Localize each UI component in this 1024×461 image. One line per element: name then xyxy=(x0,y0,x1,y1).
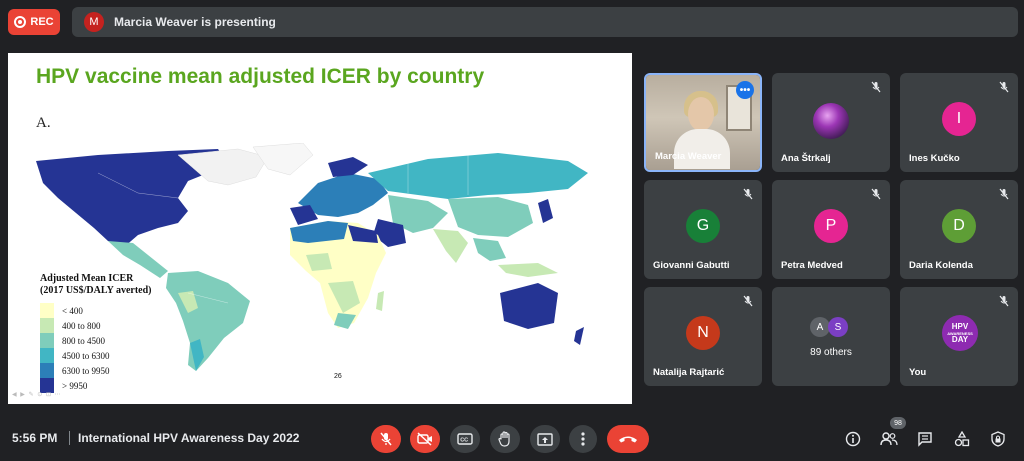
avatar: I xyxy=(942,102,976,136)
mic-toggle-button[interactable] xyxy=(371,425,401,453)
present-button[interactable] xyxy=(530,425,560,453)
legend-swatch xyxy=(40,348,54,363)
svg-text:CC: CC xyxy=(460,438,468,444)
avatar: S xyxy=(828,317,848,337)
avatar xyxy=(813,103,849,139)
chat-icon xyxy=(918,432,932,447)
mic-off-icon xyxy=(999,188,1009,200)
legend-item: 6300 to 9950 xyxy=(40,363,151,378)
leave-call-icon xyxy=(619,436,637,443)
avatar: A xyxy=(810,317,830,337)
slide-title: HPV vaccine mean adjusted ICER by countr… xyxy=(36,65,485,88)
mic-off-icon xyxy=(380,432,392,446)
avatar: G xyxy=(686,209,720,243)
legend-item: < 400 xyxy=(40,303,151,318)
clock: 5:56 PM xyxy=(12,431,58,445)
legend-swatch xyxy=(40,303,54,318)
mic-off-icon xyxy=(999,81,1009,93)
meeting-details-button[interactable] xyxy=(842,428,864,450)
divider xyxy=(69,431,70,445)
camera-toggle-button[interactable] xyxy=(410,425,440,453)
participant-tile-others[interactable]: A S 89 others xyxy=(772,287,890,386)
people-icon xyxy=(880,432,898,446)
more-options-button[interactable] xyxy=(569,425,597,453)
participant-tile-giovanni-gabutti[interactable]: G Giovanni Gabutti xyxy=(644,180,762,279)
legend-item: 400 to 800 xyxy=(40,318,151,333)
legend-item: 800 to 4500 xyxy=(40,333,151,348)
participant-name: Natalija Rajtarić xyxy=(653,367,725,378)
participant-tile-petra-medved[interactable]: P Petra Medved xyxy=(772,180,890,279)
meeting-title: International HPV Awareness Day 2022 xyxy=(78,431,300,445)
mic-off-icon xyxy=(871,188,881,200)
participant-tile-natalija-rajtaric[interactable]: N Natalija Rajtarić xyxy=(644,287,762,386)
avatar: N xyxy=(686,316,720,350)
legend-label: 6300 to 9950 xyxy=(62,365,110,376)
slide-nav-controls[interactable]: ◀ ▶ ✎ ⊙ ⊡ ⋯ xyxy=(12,391,62,398)
map-legend: Adjusted Mean ICER (2017 US$/DALY averte… xyxy=(40,273,151,393)
people-button[interactable] xyxy=(878,428,900,450)
raise-hand-button[interactable] xyxy=(490,425,520,453)
others-count-label: 89 others xyxy=(810,347,852,358)
avatar: D xyxy=(942,209,976,243)
presenting-banner: M Marcia Weaver is presenting xyxy=(72,7,1018,37)
presenting-text: Marcia Weaver is presenting xyxy=(114,15,276,29)
record-icon xyxy=(14,16,27,28)
host-controls-button[interactable] xyxy=(987,428,1009,450)
legend-label: 400 to 800 xyxy=(62,320,101,331)
legend-label: 4500 to 6300 xyxy=(62,350,110,361)
others-avatars: A S xyxy=(810,317,848,337)
mic-off-icon xyxy=(743,188,753,200)
leave-call-button[interactable] xyxy=(607,425,649,453)
participant-name: You xyxy=(909,367,927,378)
participant-name: Petra Medved xyxy=(781,260,843,271)
presenter-avatar: M xyxy=(84,12,104,32)
legend-swatch xyxy=(40,363,54,378)
activities-icon xyxy=(954,431,970,447)
mic-off-icon xyxy=(999,295,1009,307)
participant-name: Ana Štrkalj xyxy=(781,153,831,164)
legend-label: 800 to 4500 xyxy=(62,335,106,346)
legend-subtitle: (2017 US$/DALY averted) xyxy=(40,285,152,296)
participant-name: Daria Kolenda xyxy=(909,260,973,271)
legend-item: 4500 to 6300 xyxy=(40,348,151,363)
legend-swatch xyxy=(40,318,54,333)
recording-indicator[interactable]: REC xyxy=(8,9,60,35)
recording-label: REC xyxy=(30,16,54,28)
participant-name: Ines Kučko xyxy=(909,153,960,164)
captions-button[interactable]: CC xyxy=(450,425,480,453)
mic-off-icon xyxy=(743,295,753,307)
legend-label: < 400 xyxy=(62,305,83,316)
slide-page-number: 26 xyxy=(334,373,342,380)
participant-tile-you[interactable]: HPV AWARENESS DAY You xyxy=(900,287,1018,386)
more-options-icon xyxy=(581,432,585,446)
participant-name: Giovanni Gabutti xyxy=(653,260,730,271)
legend-label: > 9950 xyxy=(62,380,88,391)
raise-hand-icon xyxy=(498,431,510,447)
legend-swatch xyxy=(40,333,54,348)
mic-off-icon xyxy=(871,81,881,93)
info-icon xyxy=(845,431,861,447)
shared-screen: HPV vaccine mean adjusted ICER by countr… xyxy=(8,53,632,404)
more-options-icon[interactable]: ••• xyxy=(736,81,754,99)
hpv-awareness-day-logo: HPV AWARENESS DAY xyxy=(942,315,978,351)
participant-name: Marcia Weaver xyxy=(655,151,722,162)
participant-tile-marcia-weaver[interactable]: ••• Marcia Weaver xyxy=(644,73,762,172)
closed-captions-icon: CC xyxy=(457,433,473,445)
avatar: P xyxy=(814,209,848,243)
legend-title: Adjusted Mean ICER xyxy=(40,273,134,284)
activities-button[interactable] xyxy=(951,428,973,450)
chat-button[interactable] xyxy=(914,428,936,450)
panel-label: A. xyxy=(36,115,51,131)
participant-tile-ana-strkalj[interactable]: Ana Štrkalj xyxy=(772,73,890,172)
present-screen-icon xyxy=(537,432,553,446)
participant-tile-ines-kucko[interactable]: I Ines Kučko xyxy=(900,73,1018,172)
camera-off-icon xyxy=(417,432,432,446)
shield-lock-icon xyxy=(991,431,1005,447)
participant-tile-daria-kolenda[interactable]: D Daria Kolenda xyxy=(900,180,1018,279)
